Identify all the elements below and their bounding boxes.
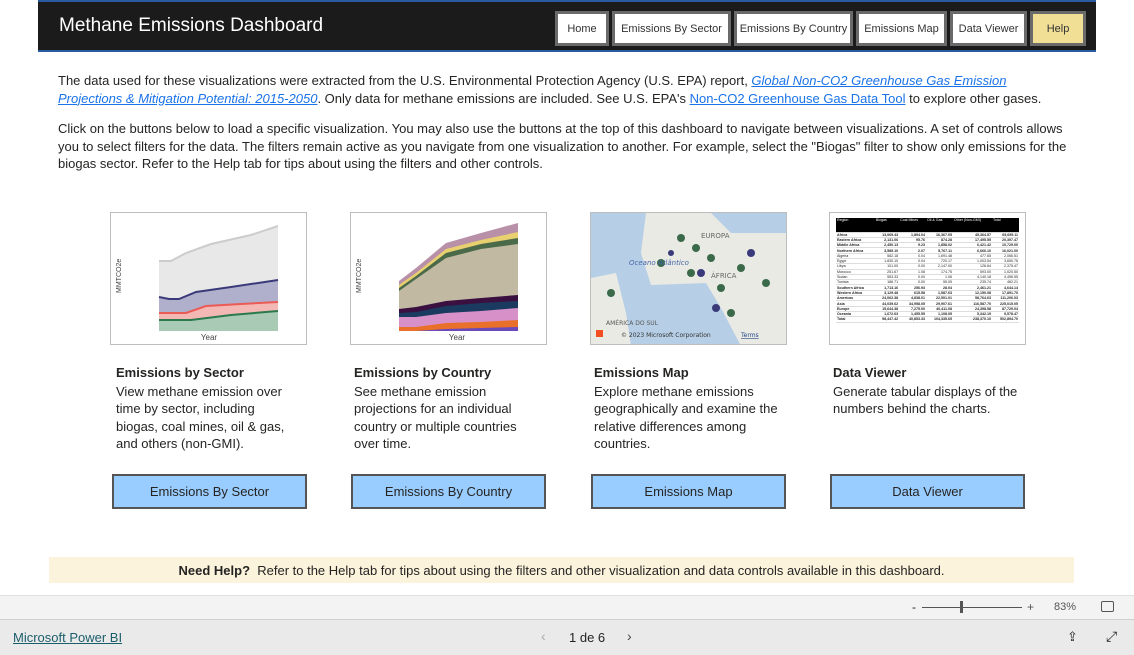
intro-text: to explore other gases. xyxy=(905,90,1042,106)
prev-page-icon[interactable]: ‹ xyxy=(541,628,546,644)
card-title-country: Emissions by Country xyxy=(354,365,492,380)
help-banner-text: Refer to the Help tab for tips about usi… xyxy=(250,562,945,578)
zoom-in-button[interactable]: + xyxy=(1027,600,1034,614)
nav-help-button[interactable]: Help xyxy=(1030,11,1086,46)
nav-data-viewer-button[interactable]: Data Viewer xyxy=(950,11,1027,46)
preview-header: Region xyxy=(836,218,875,233)
intro-text: . Only data for methane emissions are in… xyxy=(317,90,690,106)
preview-cell: 104,335.65 xyxy=(926,316,953,323)
map-africa-label: ÁFRICA xyxy=(711,271,737,280)
thumb-ylabel: MMTCO2e xyxy=(356,259,363,293)
intro-text: The data used for these visualizations w… xyxy=(58,73,752,88)
data-tool-link[interactable]: Non-CO2 Greenhouse Gas Data Tool xyxy=(690,91,906,106)
emissions-by-country-button[interactable]: Emissions By Country xyxy=(351,474,546,509)
zoom-level: 83% xyxy=(1054,601,1077,613)
help-banner: Need Help? Refer to the Help tab for tip… xyxy=(49,557,1074,583)
map-ocean-label: Oceano Atlântico xyxy=(629,259,689,267)
preview-header: Other (Non-GMI) xyxy=(952,218,992,233)
preview-header: Biogas xyxy=(874,218,900,233)
footer: Microsoft Power BI ‹ 1 de 6 › ⇪ ⤢ xyxy=(0,620,1134,655)
card-title-map: Emissions Map xyxy=(594,365,689,380)
preview-header: Total xyxy=(992,218,1019,233)
preview-header: Coal Mines xyxy=(899,218,927,233)
preview-cell: 502,894.70 xyxy=(992,316,1019,323)
preview-cell: 238,370.10 xyxy=(952,316,992,323)
card-desc-sector: View methane emission over time by secto… xyxy=(116,384,285,451)
nav-home-button[interactable]: Home xyxy=(555,11,609,46)
map-america-label: AMÉRICA DO SUL xyxy=(606,319,659,327)
map-copyright: © 2023 Microsoft Corporation xyxy=(621,332,711,339)
help-banner-title: Need Help? xyxy=(178,562,251,578)
preview-row: Total 98,447.42 40,853.33 104,335.65 238,370… xyxy=(836,316,1019,323)
card-desc-country: See methane emission projections for an … xyxy=(354,384,517,451)
thumb-xlabel: Year xyxy=(201,333,218,342)
intro-paragraph-1: The data used for these visualizations w… xyxy=(58,72,1068,107)
page-indicator: 1 de 6 xyxy=(569,630,606,645)
card-title-sector: Emissions by Sector xyxy=(116,365,244,380)
dashboard-header: Methane Emissions Dashboard Home Emissio… xyxy=(38,0,1096,52)
intro-paragraph-2: Click on the buttons below to load a spe… xyxy=(58,121,1067,171)
card-title-data-viewer: Data Viewer xyxy=(833,365,907,380)
page-title: Methane Emissions Dashboard xyxy=(59,15,324,36)
zoom-slider-thumb[interactable] xyxy=(960,601,963,613)
card-desc-data-viewer: Generate tabular displays of the numbers… xyxy=(833,384,1018,417)
country-chart-thumbnail[interactable]: MMTCO2e Year xyxy=(350,212,547,345)
zoom-out-button[interactable]: - xyxy=(912,600,916,614)
nav-sector-button[interactable]: Emissions By Sector xyxy=(612,11,731,46)
preview-header: Oil & Gas xyxy=(926,218,953,233)
next-page-icon[interactable]: › xyxy=(627,628,632,644)
zoom-bar: - + 83% xyxy=(0,595,1134,620)
preview-cell: 40,853.33 xyxy=(899,316,927,323)
thumb-xlabel: Year xyxy=(449,333,466,342)
zoom-slider[interactable] xyxy=(922,607,1022,608)
nav-map-button[interactable]: Emissions Map xyxy=(856,11,947,46)
card-desc-map: Explore methane emissions geographically… xyxy=(594,384,778,451)
data-viewer-button[interactable]: Data Viewer xyxy=(830,474,1025,509)
emissions-map-button[interactable]: Emissions Map xyxy=(591,474,786,509)
fullscreen-icon[interactable]: ⤢ xyxy=(1106,628,1117,645)
fit-to-page-icon[interactable] xyxy=(1101,601,1114,612)
thumb-ylabel: MMTCO2e xyxy=(116,259,123,293)
data-viewer-preview-table: Region Biogas Coal Mines Oil & Gas Other (No… xyxy=(836,218,1019,323)
power-bi-link[interactable]: Microsoft Power BI xyxy=(13,630,122,645)
preview-cell: Total xyxy=(836,316,875,323)
preview-cell: 98,447.42 xyxy=(874,316,900,323)
share-icon[interactable]: ⇪ xyxy=(1067,629,1078,645)
data-viewer-thumbnail[interactable]: Region Biogas Coal Mines Oil & Gas Other (No… xyxy=(829,212,1026,345)
map-europe-label: EUROPA xyxy=(701,232,730,240)
map-terms-link: Terms xyxy=(740,332,759,339)
map-thumbnail[interactable]: Oceano Atlântico EUROPA ÁFRICA AMÉRICA D… xyxy=(590,212,787,345)
emissions-by-sector-button[interactable]: Emissions By Sector xyxy=(112,474,307,509)
nav-country-button[interactable]: Emissions By Country xyxy=(734,11,853,46)
sector-chart-thumbnail[interactable]: MMTCO2e Year xyxy=(110,212,307,345)
